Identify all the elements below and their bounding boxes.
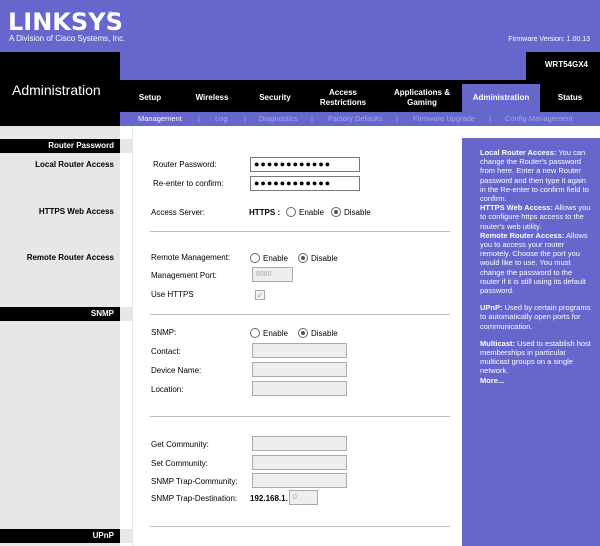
- page-title: Administration: [12, 82, 101, 98]
- remote-management-label: Remote Management:: [151, 253, 231, 262]
- subtab-separator: |: [198, 114, 200, 123]
- section-header-gutter: [120, 529, 132, 543]
- snmp-disable-radio[interactable]: [298, 328, 308, 338]
- subtab-management[interactable]: Management: [138, 114, 182, 123]
- help-upnp: UPnP: Used by certain programs to automa…: [480, 303, 592, 331]
- firmware-version: Firmware Version: 1.00.13: [508, 36, 590, 43]
- set-community-input[interactable]: [252, 455, 347, 470]
- linksys-logo: LINKSYS: [8, 8, 123, 36]
- get-community-label: Get Community:: [151, 440, 209, 449]
- subtab-separator: |: [311, 114, 313, 123]
- remote-disable-label: Disable: [311, 254, 338, 263]
- section-header-gutter: [120, 307, 132, 321]
- section-header-snmp: SNMP: [0, 307, 120, 321]
- help-text: Allows you to access your router remotel…: [480, 230, 588, 296]
- https-enable-label: Enable: [299, 208, 324, 217]
- help-title: Local Router Access:: [480, 148, 557, 157]
- main-tabs: Setup Wireless Security Access Restricti…: [120, 84, 600, 112]
- reenter-password-label: Re-enter to confirm:: [153, 179, 224, 188]
- tab-setup[interactable]: Setup: [120, 84, 180, 112]
- left-gutter: [120, 126, 132, 546]
- section-header-router-password: Router Password: [0, 139, 120, 153]
- https-label: HTTPS :: [249, 208, 281, 217]
- snmp-enable-label: Enable: [263, 329, 288, 338]
- divider: [150, 526, 450, 527]
- router-password-input[interactable]: ●●●●●●●●●●●●: [250, 157, 360, 172]
- help-https-web-access: HTTPS Web Access: Allows you to configur…: [480, 203, 592, 231]
- tab-administration[interactable]: Administration: [462, 84, 540, 112]
- snmp-label: SNMP:: [151, 328, 177, 337]
- model-name: WRT54GX4: [544, 60, 588, 69]
- help-more-link[interactable]: More...: [480, 376, 504, 385]
- label-https-web-access: HTTPS Web Access: [38, 207, 114, 216]
- label-remote-router-access: Remote Router Access: [26, 253, 114, 262]
- subtab-diagnostics[interactable]: Diagnostics: [259, 114, 298, 123]
- snmp-enable-radio[interactable]: [250, 328, 260, 338]
- get-community-input[interactable]: [252, 436, 347, 451]
- tab-access-restrictions[interactable]: Access Restrictions: [306, 84, 380, 112]
- model-bar: [120, 52, 526, 80]
- subtab-separator: |: [396, 114, 398, 123]
- management-port-label: Management Port:: [151, 271, 217, 280]
- help-title: Remote Router Access:: [480, 230, 565, 240]
- device-name-input[interactable]: [252, 362, 347, 377]
- subtab-config-management[interactable]: Config Management: [505, 114, 573, 123]
- help-title: Multicast:: [480, 338, 516, 348]
- snmp-trap-community-input[interactable]: [252, 473, 347, 488]
- help-top-gap: [462, 126, 600, 138]
- https-disable-radio[interactable]: [331, 207, 341, 217]
- remote-enable-label: Enable: [263, 254, 288, 263]
- section-header-gutter: [120, 139, 132, 153]
- registered-mark: ®: [108, 12, 113, 18]
- snmp-trap-community-label: SNMP Trap-Community:: [151, 477, 238, 486]
- https-enable-radio[interactable]: [286, 207, 296, 217]
- use-https-checkbox[interactable]: ✓: [255, 290, 265, 300]
- contact-input[interactable]: [252, 343, 347, 358]
- help-remote-router-access: Remote Router Access: Allows you to acce…: [480, 231, 592, 295]
- use-https-label: Use HTTPS: [151, 290, 194, 299]
- device-name-label: Device Name:: [151, 366, 202, 375]
- help-multicast: Multicast: Used to establish host member…: [480, 339, 592, 376]
- subtab-firmware-upgrade[interactable]: Firmware Upgrade: [413, 114, 475, 123]
- subtab-factory-defaults[interactable]: Factory Defaults: [328, 114, 383, 123]
- tab-security[interactable]: Security: [244, 84, 306, 112]
- remote-disable-radio[interactable]: [298, 253, 308, 263]
- help-panel: Local Router Access: You can change the …: [462, 138, 600, 546]
- trap-destination-input[interactable]: 0: [289, 490, 318, 505]
- tab-status[interactable]: Status: [540, 84, 600, 112]
- section-header-upnp: UPnP: [0, 529, 120, 543]
- snmp-trap-destination-label: SNMP Trap-Destination:: [151, 494, 238, 503]
- divider: [150, 314, 450, 315]
- router-password-label: Router Password:: [153, 160, 217, 169]
- sub-tabs: Management | Log | Diagnostics | Factory…: [120, 112, 600, 126]
- contact-label: Contact:: [151, 347, 181, 356]
- reenter-password-input[interactable]: ●●●●●●●●●●●●: [250, 176, 360, 191]
- https-disable-label: Disable: [344, 208, 371, 217]
- subtab-separator: |: [489, 114, 491, 123]
- help-title: UPnP:: [480, 303, 503, 313]
- trap-destination-prefix: 192.168.1.: [250, 494, 288, 503]
- subtab-separator: |: [244, 114, 246, 123]
- remote-enable-radio[interactable]: [250, 253, 260, 263]
- divider: [150, 416, 450, 417]
- logo-subtitle: A Division of Cisco Systems, Inc.: [9, 34, 126, 43]
- tab-wireless[interactable]: Wireless: [180, 84, 244, 112]
- divider: [150, 231, 450, 232]
- tab-applications-gaming[interactable]: Applications & Gaming: [382, 84, 462, 112]
- label-local-router-access: Local Router Access: [35, 160, 114, 169]
- help-title: HTTPS Web Access:: [480, 203, 553, 213]
- snmp-disable-label: Disable: [311, 329, 338, 338]
- subtab-log[interactable]: Log: [215, 114, 228, 123]
- location-input[interactable]: [252, 381, 347, 396]
- help-local-router-access: Local Router Access: You can change the …: [480, 148, 592, 203]
- access-server-label: Access Server:: [151, 208, 205, 217]
- management-port-input[interactable]: 8080: [252, 267, 293, 282]
- set-community-label: Set Community:: [151, 459, 208, 468]
- help-text: You can change the Router's password fro…: [480, 148, 589, 204]
- location-label: Location:: [151, 385, 184, 394]
- left-label-column: [0, 126, 120, 546]
